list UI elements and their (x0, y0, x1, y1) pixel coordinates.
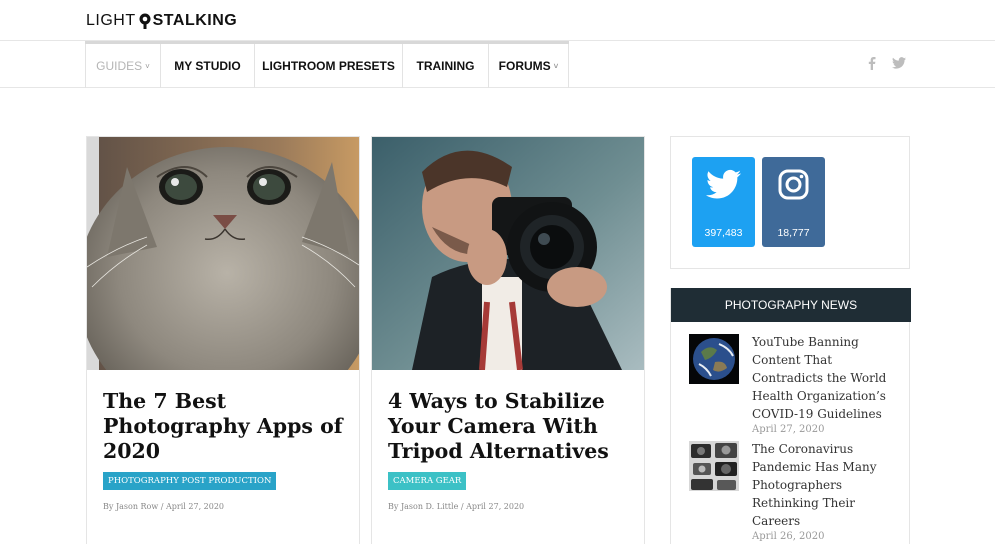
category-badge[interactable]: CAMERA GEAR (388, 472, 467, 490)
nav-item-training[interactable]: TRAINING (403, 44, 489, 88)
earth-thumbnail[interactable] (689, 334, 739, 384)
news-item-title[interactable]: YouTube Banning Content That Contradicts… (752, 335, 886, 421)
social-follow-widget: 397,483 18,777 (670, 136, 910, 269)
article-byline: By Jason D. Little / April 27, 2020 (388, 502, 525, 511)
twitter-icon[interactable] (892, 56, 906, 70)
facebook-icon[interactable] (866, 56, 878, 70)
main-navigation: GUIDES ˅ MY STUDIO LIGHTROOM PRESETS TRA… (0, 41, 995, 88)
nav-label: GUIDES (96, 59, 143, 73)
twitter-icon (706, 167, 741, 202)
logo-text-stalking: STALKING (152, 12, 238, 29)
instagram-follower-count: 18,777 (777, 227, 810, 239)
instagram-icon (776, 167, 811, 202)
nav-label: LIGHTROOM PRESETS (262, 59, 395, 73)
cameras-thumbnail[interactable] (689, 441, 739, 491)
news-item-date: April 26, 2020 (752, 531, 825, 542)
article-card[interactable]: 4 Ways to Stabilize Your Camera With Tri… (371, 136, 645, 544)
nav-item-forums[interactable]: FORUMS ˅ (489, 44, 569, 88)
news-widget-title: PHOTOGRAPHY NEWS (671, 288, 911, 322)
news-item-text[interactable]: YouTube Banning Content That Contradicts… (752, 333, 902, 437)
kitten-photo[interactable] (87, 137, 359, 370)
article-title[interactable]: 4 Ways to Stabilize Your Camera With Tri… (388, 389, 638, 464)
top-header: LIGHT STALKING (0, 0, 995, 41)
photography-news-widget: PHOTOGRAPHY NEWS YouTube Banning Content… (670, 288, 911, 544)
nav-label: TRAINING (416, 59, 475, 73)
nav-menu: GUIDES ˅ MY STUDIO LIGHTROOM PRESETS TRA… (85, 41, 569, 88)
category-badge[interactable]: PHOTOGRAPHY POST PRODUCTION (103, 472, 277, 490)
header-social-links (866, 56, 906, 70)
photographer-with-camera-photo[interactable] (372, 137, 644, 370)
instagram-follow-button[interactable]: 18,777 (762, 157, 825, 247)
twitter-follow-button[interactable]: 397,483 (692, 157, 755, 247)
news-item-text[interactable]: The Coronavirus Pandemic Has Many Photog… (752, 440, 902, 544)
twitter-follower-count: 397,483 (704, 227, 743, 239)
article-card[interactable]: The 7 Best Photography Apps of 2020 PHOT… (86, 136, 360, 544)
article-title[interactable]: The 7 Best Photography Apps of 2020 (103, 389, 353, 464)
news-item-title[interactable]: The Coronavirus Pandemic Has Many Photog… (752, 442, 877, 528)
nav-item-guides[interactable]: GUIDES ˅ (85, 44, 161, 88)
logo-text-light: LIGHT (86, 12, 136, 29)
nav-item-my-studio[interactable]: MY STUDIO (161, 44, 255, 88)
chevron-down-icon: ˅ (145, 61, 150, 71)
nav-label: MY STUDIO (174, 59, 241, 73)
site-logo[interactable]: LIGHT STALKING (86, 10, 237, 32)
news-item-date: April 27, 2020 (752, 424, 825, 435)
camera-logo-icon (138, 13, 152, 29)
article-byline: By Jason Row / April 27, 2020 (103, 502, 225, 511)
chevron-down-icon: ˅ (553, 61, 559, 71)
nav-item-lightroom-presets[interactable]: LIGHTROOM PRESETS (255, 44, 403, 88)
nav-label: FORUMS (498, 59, 551, 73)
